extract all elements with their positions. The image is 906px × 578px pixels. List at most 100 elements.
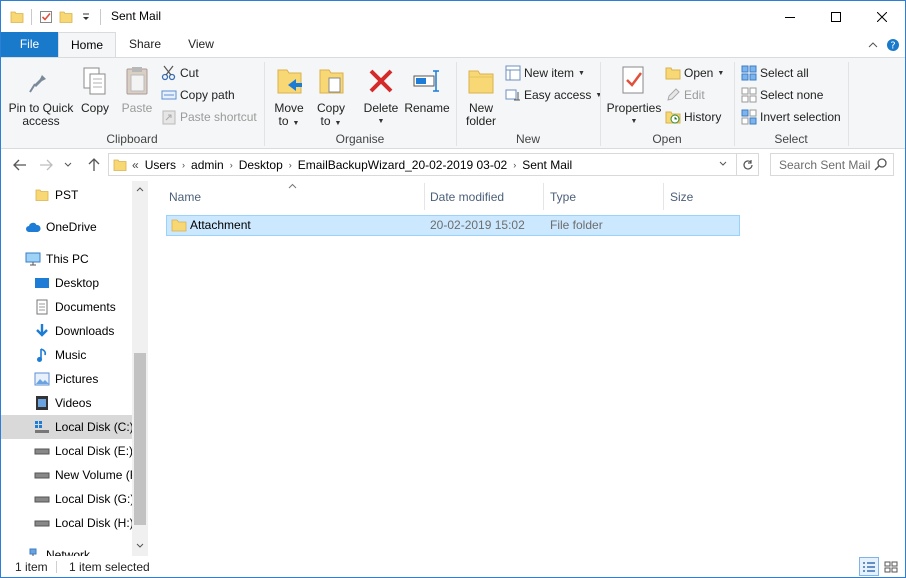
cut-label: Cut [180, 66, 199, 80]
nav-item-desktop[interactable]: Desktop [1, 271, 132, 295]
search-box[interactable]: Search Sent Mail [770, 153, 894, 176]
history-icon [665, 109, 681, 125]
nav-item-this-pc[interactable]: This PC [1, 247, 132, 271]
pin-icon [25, 64, 57, 98]
new-folder-big-icon [465, 64, 497, 98]
nav-item-local-disk-h[interactable]: Local Disk (H:) [1, 511, 132, 535]
properties-icon[interactable] [36, 7, 56, 27]
column-header-type[interactable]: Type [544, 183, 664, 210]
paste-button[interactable]: Paste [117, 62, 157, 115]
search-input[interactable]: Search Sent Mail [779, 158, 870, 172]
drive-icon [34, 515, 50, 531]
help-icon[interactable]: ? [885, 38, 901, 52]
chevron-right-icon[interactable]: › [179, 160, 188, 170]
recent-locations-icon[interactable] [61, 155, 75, 175]
history-button[interactable]: History [665, 106, 721, 128]
copy-to-label-2: to [320, 114, 331, 128]
breadcrumb-sent-mail[interactable]: Sent Mail [519, 158, 575, 172]
copy-to-label-1: Copy [316, 101, 345, 115]
nav-item-local-disk-c[interactable]: Local Disk (C:) [1, 415, 132, 439]
copy-button[interactable]: Copy [77, 62, 113, 115]
nav-item-onedrive[interactable]: OneDrive [1, 215, 132, 239]
nav-item-music[interactable]: Music [1, 343, 132, 367]
breadcrumb-desktop[interactable]: Desktop [236, 158, 286, 172]
chevron-up-icon[interactable] [132, 181, 148, 197]
folder-icon [171, 217, 187, 236]
customize-toolbar-icon[interactable] [76, 7, 96, 27]
table-row[interactable]: Attachment 20-02-2019 15:02 File folder [166, 215, 740, 236]
details-view-icon[interactable] [859, 557, 879, 576]
tab-home[interactable]: Home [58, 32, 116, 58]
videos-icon [34, 395, 50, 411]
new-folder-icon[interactable] [56, 7, 76, 27]
pin-to-quick-access-button[interactable]: Pin to Quick access [5, 62, 77, 128]
nav-item-videos[interactable]: Videos [1, 391, 132, 415]
select-none-label: Select none [760, 88, 824, 102]
tab-share[interactable]: Share [118, 32, 172, 57]
nav-item-downloads[interactable]: Downloads [1, 319, 132, 343]
nav-item-pst[interactable]: PST [1, 183, 132, 207]
open-label: Open [684, 66, 714, 80]
address-bar[interactable]: « Users › admin › Desktop › EmailBackupW… [108, 153, 737, 176]
nav-scrollbar-thumb[interactable] [134, 353, 146, 525]
refresh-button[interactable] [737, 153, 759, 176]
edit-button[interactable]: Edit [665, 84, 705, 106]
easy-access-button[interactable]: Easy access ▼ [505, 84, 602, 106]
open-group: Properties ▼ Open ▼ Edit History Open [601, 60, 733, 148]
folder-icon [34, 187, 50, 203]
back-button[interactable] [9, 155, 31, 175]
delete-button[interactable]: Delete ▼ [361, 62, 401, 128]
forward-button[interactable] [35, 155, 57, 175]
copy-path-label: Copy path [180, 88, 235, 102]
new-item-button[interactable]: New item ▼ [505, 62, 585, 84]
nav-item-local-disk-g[interactable]: Local Disk (G:) [1, 487, 132, 511]
history-label: History [684, 110, 722, 124]
column-header-size[interactable]: Size [664, 183, 740, 210]
copy-path-button[interactable]: Copy path [161, 84, 235, 106]
navigation-pane: PST OneDrive This PC Desktop Documents D… [1, 181, 148, 556]
nav-scrollbar[interactable] [132, 181, 148, 556]
breadcrumb-users[interactable]: Users [142, 158, 179, 172]
breadcrumb-admin[interactable]: admin [188, 158, 227, 172]
nav-item-local-disk-e[interactable]: Local Disk (E:) [1, 439, 132, 463]
chevron-right-icon[interactable]: › [286, 160, 295, 170]
paste-shortcut-button[interactable]: Paste shortcut [161, 106, 257, 128]
rename-button[interactable]: Rename [403, 62, 451, 115]
maximize-button[interactable] [813, 1, 859, 32]
chevron-down-icon[interactable] [132, 538, 148, 554]
clipboard-group-label: Clipboard [106, 132, 158, 146]
chevron-right-icon[interactable]: › [510, 160, 519, 170]
close-button[interactable] [859, 1, 905, 32]
invert-selection-label: Invert selection [760, 110, 841, 124]
nav-item-network[interactable]: Network [1, 543, 132, 556]
minimize-button[interactable] [767, 1, 813, 32]
file-type: File folder [550, 218, 603, 232]
select-none-button[interactable]: Select none [741, 84, 823, 106]
minimize-ribbon-icon[interactable] [865, 38, 881, 52]
tab-view[interactable]: View [174, 32, 228, 57]
column-header-date-modified[interactable]: Date modified [424, 183, 544, 210]
up-button[interactable] [83, 155, 105, 175]
invert-selection-button[interactable]: Invert selection [741, 106, 841, 128]
address-overflow[interactable]: « [129, 158, 142, 172]
large-icons-view-icon[interactable] [881, 557, 901, 576]
nav-item-documents[interactable]: Documents [1, 295, 132, 319]
copy-to-button[interactable]: Copy to ▼ [313, 62, 349, 130]
select-all-button[interactable]: Select all [741, 62, 809, 84]
chevron-right-icon[interactable]: › [227, 160, 236, 170]
move-to-button[interactable]: Move to ▼ [271, 62, 307, 130]
nav-item-new-volume-f[interactable]: New Volume (F:) [1, 463, 132, 487]
desktop-icon [34, 275, 50, 291]
paste-shortcut-label: Paste shortcut [180, 110, 257, 124]
nav-item-pictures[interactable]: Pictures [1, 367, 132, 391]
open-button[interactable]: Open ▼ [665, 62, 724, 84]
breadcrumb-emailbackupwizard[interactable]: EmailBackupWizard_20-02-2019 03-02 [295, 158, 510, 172]
search-icon[interactable] [874, 157, 888, 174]
quick-access-toolbar [7, 7, 105, 27]
new-folder-button[interactable]: New folder [461, 62, 501, 128]
tab-file[interactable]: File [1, 32, 58, 57]
cut-button[interactable]: Cut [161, 62, 199, 84]
column-header-name[interactable]: Name [163, 183, 425, 210]
address-dropdown-icon[interactable] [714, 153, 732, 174]
properties-button[interactable]: Properties ▼ [605, 62, 663, 128]
